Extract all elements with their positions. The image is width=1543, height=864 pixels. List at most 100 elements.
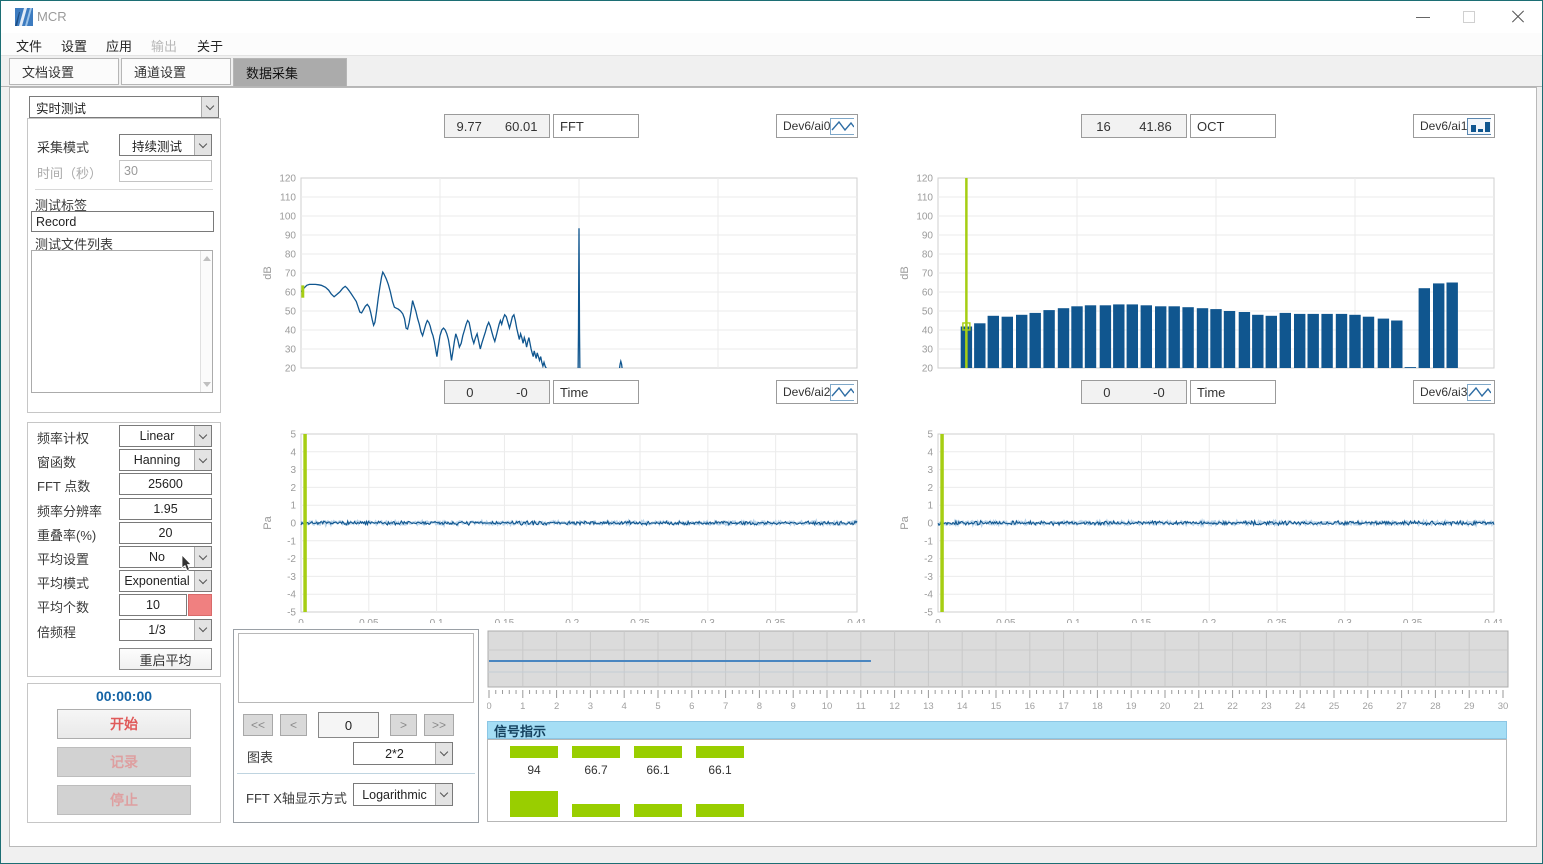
- minimize-button[interactable]: [1401, 1, 1447, 33]
- scroll-down-icon[interactable]: [203, 382, 211, 387]
- param-input[interactable]: [119, 498, 212, 520]
- tab-1[interactable]: 文档设置: [9, 58, 119, 85]
- cursor-x-value: 16: [1096, 119, 1110, 134]
- channel-selector[interactable]: Dev6/ai2: [776, 380, 858, 404]
- svg-text:-1: -1: [287, 536, 296, 547]
- channel-selector[interactable]: Dev6/ai0: [776, 114, 858, 138]
- layout-select[interactable]: 2*2: [353, 742, 453, 765]
- svg-text:30: 30: [285, 345, 297, 356]
- svg-text:0.15: 0.15: [1132, 618, 1152, 623]
- fft-axis-select[interactable]: Logarithmic: [353, 783, 453, 806]
- test-mode-select[interactable]: 实时测试: [29, 96, 219, 118]
- chart-panel-time2: 0-0TimeDev6/ai2-5-4-3-2-101234500.050.10…: [231, 373, 865, 623]
- record-button[interactable]: 记录: [57, 747, 191, 777]
- overview-svg: 0123456789101112131415161718192021222324…: [487, 630, 1509, 716]
- chart-plot-area[interactable]: 2030405060708090100110120101001000100001…: [868, 138, 1502, 378]
- chart-type-field[interactable]: Time: [1190, 380, 1276, 404]
- average-alert-indicator: [188, 594, 212, 616]
- tab-3[interactable]: 数据采集: [233, 58, 347, 87]
- start-button[interactable]: 开始: [57, 709, 191, 739]
- param-select[interactable]: 1/3: [119, 619, 212, 641]
- record-label-input[interactable]: [31, 211, 214, 232]
- svg-text:50: 50: [285, 307, 297, 318]
- svg-text:11: 11: [856, 701, 866, 712]
- channel-selector[interactable]: Dev6/ai3: [1413, 380, 1495, 404]
- svg-text:20: 20: [922, 364, 934, 374]
- svg-text:80: 80: [285, 250, 297, 261]
- menu-item[interactable]: 设置: [61, 36, 87, 55]
- menu-item[interactable]: 应用: [106, 36, 132, 55]
- cursor-y-value: 41.86: [1139, 119, 1172, 134]
- fft-axis-value: Logarithmic: [354, 788, 435, 802]
- app-window: MCR 文件设置应用输出关于 文档设置通道设置数据采集 实时测试 采集模式 持续…: [0, 0, 1543, 864]
- stop-button[interactable]: 停止: [57, 785, 191, 815]
- svg-text:-2: -2: [287, 554, 296, 565]
- duration-input[interactable]: [119, 160, 212, 182]
- svg-text:2: 2: [554, 701, 559, 712]
- svg-text:90: 90: [922, 231, 934, 242]
- param-label: 窗函数: [37, 452, 76, 471]
- restart-average-button[interactable]: 重启平均: [119, 648, 212, 670]
- svg-text:17: 17: [1058, 701, 1069, 712]
- svg-text:70: 70: [285, 269, 297, 280]
- acq-mode-value: 持续测试: [120, 136, 194, 155]
- svg-text:0: 0: [927, 519, 933, 530]
- divider: [35, 189, 213, 190]
- test-mode-value: 实时测试: [30, 98, 201, 117]
- close-button[interactable]: [1495, 1, 1541, 33]
- cursor-x-value: 9.77: [457, 119, 482, 134]
- param-select[interactable]: Linear: [119, 425, 212, 447]
- param-select[interactable]: No: [119, 546, 212, 568]
- nav-next-button[interactable]: >: [390, 714, 417, 736]
- acq-mode-select[interactable]: 持续测试: [119, 134, 212, 156]
- signal-peak-bar: [696, 804, 744, 817]
- maximize-button[interactable]: [1447, 1, 1493, 33]
- chart-plot-oct[interactable]: 2030405060708090100110120101001000100001…: [868, 138, 1502, 373]
- chart-plot-area[interactable]: 2030405060708090100110120101001000100001…: [231, 138, 865, 378]
- chart-plot-area[interactable]: -5-4-3-2-101234500.050.10.150.20.250.30.…: [231, 404, 865, 628]
- tab-2[interactable]: 通道设置: [121, 58, 231, 85]
- svg-text:0.35: 0.35: [1403, 618, 1423, 623]
- signal-level-value: 66.1: [634, 763, 682, 777]
- svg-text:90: 90: [285, 231, 297, 242]
- signal-peak-bar: [510, 791, 558, 817]
- channel-name: Dev6/ai2: [783, 385, 830, 399]
- channel-selector[interactable]: Dev6/ai1: [1413, 114, 1495, 138]
- param-select[interactable]: Hanning: [119, 449, 212, 471]
- menu-item[interactable]: 文件: [16, 36, 42, 55]
- nav-last-button[interactable]: >>: [424, 714, 454, 736]
- chart-type-field[interactable]: OCT: [1190, 114, 1276, 138]
- svg-text:50: 50: [922, 307, 934, 318]
- nav-index-value[interactable]: 0: [318, 712, 379, 738]
- svg-text:-1: -1: [924, 536, 933, 547]
- chart-plot-area[interactable]: -5-4-3-2-101234500.050.10.150.20.250.30.…: [868, 404, 1502, 628]
- nav-first-button[interactable]: <<: [243, 714, 273, 736]
- param-input[interactable]: [119, 522, 212, 544]
- signal-level-value: 66.7: [572, 763, 620, 777]
- chart-plot-time2[interactable]: -5-4-3-2-101234500.050.10.150.20.250.30.…: [231, 404, 865, 623]
- nav-prev-button[interactable]: <: [280, 714, 307, 736]
- svg-text:0.3: 0.3: [1338, 618, 1352, 623]
- scrollbar[interactable]: [200, 251, 212, 392]
- scroll-up-icon[interactable]: [203, 256, 211, 261]
- chart-type-value: FFT: [560, 119, 584, 134]
- svg-text:0.15: 0.15: [495, 618, 515, 623]
- test-file-list[interactable]: [31, 250, 213, 393]
- tab-strip: 文档设置通道设置数据采集: [1, 56, 1542, 87]
- param-select[interactable]: Exponential: [119, 570, 212, 592]
- chart-type-field[interactable]: Time: [553, 380, 639, 404]
- svg-text:60: 60: [922, 288, 934, 299]
- chart-type-field[interactable]: FFT: [553, 114, 639, 138]
- param-value: Linear: [120, 429, 194, 443]
- menu-item[interactable]: 关于: [197, 36, 223, 55]
- chart-type-value: Time: [560, 385, 588, 400]
- svg-text:27: 27: [1396, 701, 1407, 712]
- svg-text:1: 1: [290, 501, 296, 512]
- param-input[interactable]: [119, 473, 212, 495]
- svg-text:0.2: 0.2: [565, 618, 579, 623]
- chart-plot-time3[interactable]: -5-4-3-2-101234500.050.10.150.20.250.30.…: [868, 404, 1502, 623]
- record-overview-strip[interactable]: 0123456789101112131415161718192021222324…: [487, 630, 1509, 721]
- param-input[interactable]: [119, 594, 187, 616]
- param-label: 重叠率(%): [37, 525, 96, 544]
- chart-plot-fft[interactable]: 2030405060708090100110120101001000100001…: [231, 138, 865, 373]
